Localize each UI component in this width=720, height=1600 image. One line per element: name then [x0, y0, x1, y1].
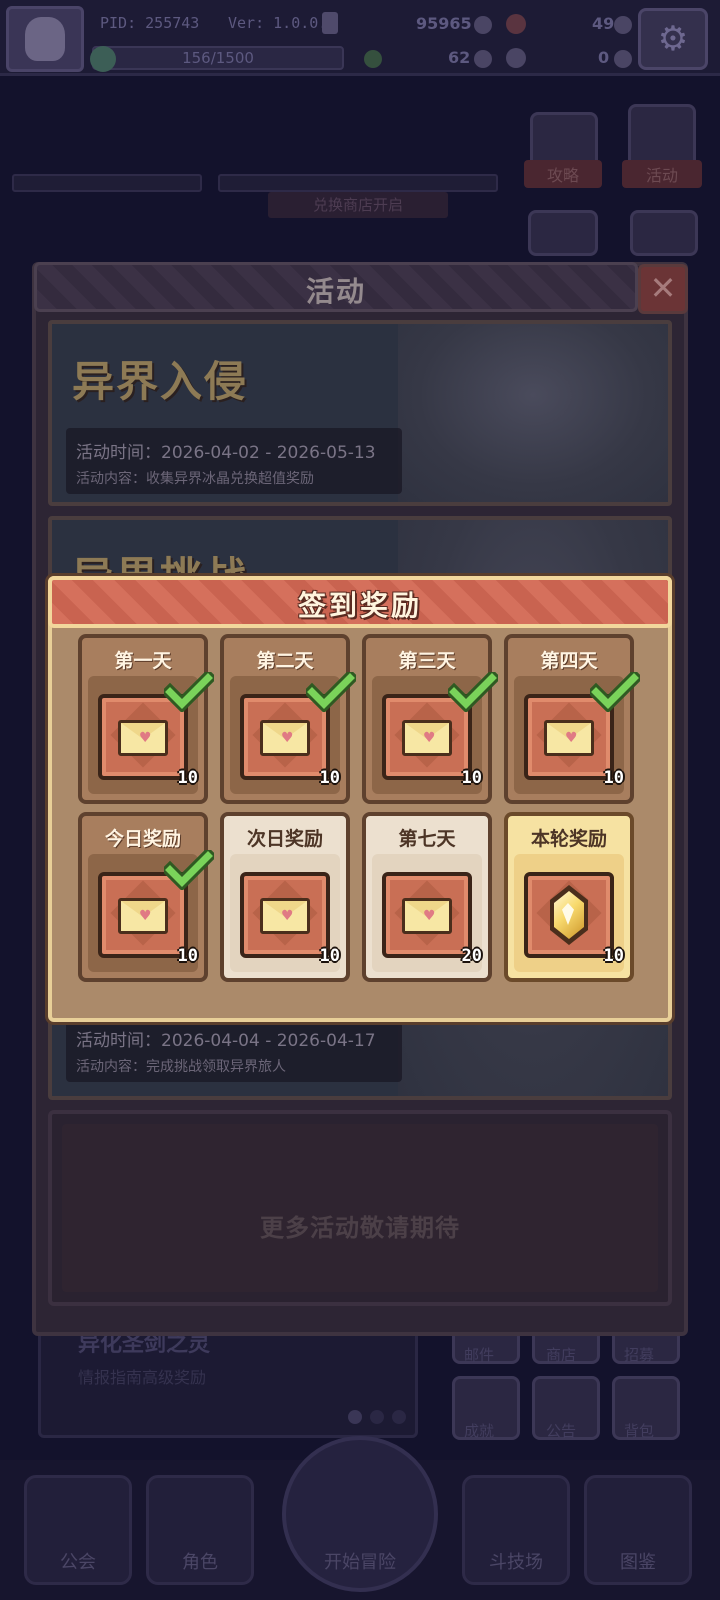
day-label: 第三天	[398, 650, 456, 672]
clover-count: 62	[448, 48, 471, 67]
day-label: 次日奖励	[246, 828, 323, 850]
start-adventure-label: 开始冒险	[324, 1552, 396, 1573]
event-banner-1-title: 异界入侵	[72, 357, 249, 406]
side-button-3[interactable]	[528, 210, 598, 256]
sign-in-card-day-2[interactable]: 第二天 ♥ 10	[220, 634, 356, 804]
heart-icon: ♥	[423, 908, 436, 924]
player-avatar[interactable]	[6, 6, 84, 72]
featured-subtitle: 情报指南高级奖励	[78, 1368, 207, 1387]
sign-in-card-day-7[interactable]: 第七天 ♥ 20	[362, 812, 492, 982]
envelope-icon: ♥	[544, 720, 594, 756]
exp-text: 156/1500	[182, 49, 254, 67]
reward-quantity: 10	[319, 946, 340, 966]
clover-icon	[364, 50, 382, 68]
day-label: 第四天	[540, 650, 598, 672]
more-events-text: 更多活动敬请期待	[260, 1214, 460, 1242]
reward-quantity: 10	[461, 768, 482, 788]
event-banner-1-time: 活动时间：2026-04-02 - 2026-05-13	[76, 443, 376, 463]
close-icon: ✕	[649, 269, 677, 307]
nav-guild-label: 公会	[60, 1552, 96, 1573]
page-dot-2	[370, 1410, 384, 1424]
envelope-icon: ♥	[118, 898, 168, 934]
gem-count: 49	[592, 14, 615, 33]
heart-icon: ♥	[565, 730, 578, 746]
ticket-icon	[506, 48, 526, 68]
bag-label: 背包	[624, 1422, 655, 1440]
heart-icon: ♥	[423, 730, 436, 746]
day-label: 第七天	[398, 828, 456, 850]
shop-notice: 兑换商店开启	[268, 192, 448, 218]
gear-icon: ⚙	[657, 19, 689, 59]
recruit-label: 招募	[624, 1346, 655, 1364]
coin-count: 95965	[416, 14, 472, 33]
event-banner-2-time: 活动时间：2026-04-04 - 2026-04-17	[76, 1031, 376, 1051]
envelope-icon: ♥	[118, 720, 168, 756]
checkmark-icon	[306, 672, 356, 712]
progress-bar-left	[12, 174, 202, 192]
top-status-bar: PID: 255743 Ver: 1.0.0.0 156/1500 95965 …	[0, 0, 720, 76]
star-small-icon	[614, 50, 632, 68]
progress-bar-right	[218, 174, 498, 192]
reward-quantity: 10	[603, 946, 624, 966]
side-button-4[interactable]	[630, 210, 698, 256]
heart-icon: ♥	[139, 730, 152, 746]
guide-label: 攻略	[524, 160, 602, 188]
checkmark-icon	[448, 672, 498, 712]
ticket-count: 0	[598, 48, 610, 67]
day-label: 第二天	[256, 650, 314, 672]
activity-side-label: 活动	[622, 160, 702, 188]
shop-label: 商店	[546, 1346, 577, 1364]
red-gem-icon	[506, 14, 526, 34]
checkmark-icon	[164, 672, 214, 712]
reward-quantity: 10	[177, 768, 198, 788]
nav-codex-label: 图鉴	[620, 1552, 656, 1573]
sign-in-card-day-1[interactable]: 第一天 ♥ 10	[78, 634, 214, 804]
heart-icon: ♥	[281, 730, 294, 746]
day-label: 今日奖励	[104, 828, 181, 850]
reward-quantity: 10	[319, 768, 340, 788]
version-label: Ver: 1.0.0.0	[228, 14, 337, 32]
event-banner-2-desc: 活动内容：完成挑战领取异界旅人	[76, 1059, 286, 1075]
player-id: PID: 255743	[100, 14, 200, 32]
nav-character-label: 角色	[182, 1552, 218, 1573]
achievement-label: 成就	[464, 1422, 495, 1440]
coin-icon	[474, 16, 492, 34]
page-dot-1	[348, 1410, 362, 1424]
envelope-icon: ♥	[260, 898, 310, 934]
reward-quantity: 10	[603, 768, 624, 788]
envelope-icon: ♥	[402, 898, 452, 934]
close-button[interactable]: ✕	[638, 264, 688, 314]
reward-quantity: 20	[461, 946, 482, 966]
coin-small-icon	[474, 50, 492, 68]
sign-in-card-round-reward[interactable]: 本轮奖励 10	[504, 812, 634, 982]
settings-button[interactable]: ⚙	[638, 8, 708, 70]
heart-icon: ♥	[281, 908, 294, 924]
event-banner-1[interactable]: 异界入侵 活动时间：2026-04-02 - 2026-05-13 活动内容：收…	[48, 320, 672, 506]
star-icon	[614, 16, 632, 34]
notice-label: 公告	[546, 1422, 577, 1440]
envelope-icon: ♥	[402, 720, 452, 756]
day-label: 第一天	[114, 650, 172, 672]
sign-in-card-tomorrow[interactable]: 次日奖励 ♥ 10	[220, 812, 350, 982]
copy-icon[interactable]	[322, 12, 338, 34]
sign-in-card-today[interactable]: 今日奖励 ♥ 10	[78, 812, 214, 982]
fairy-character-art	[398, 324, 668, 502]
reward-quantity: 10	[177, 946, 198, 966]
event-banner-1-desc: 活动内容：收集异界冰晶兑换超值奖励	[76, 471, 314, 487]
nav-arena-label: 斗技场	[489, 1552, 543, 1573]
checkmark-icon	[164, 850, 214, 890]
heart-icon: ♥	[139, 908, 152, 924]
sign-in-card-day-4[interactable]: 第四天 ♥ 10	[504, 634, 640, 804]
page-dot-3	[392, 1410, 406, 1424]
sign-in-card-day-3[interactable]: 第三天 ♥ 10	[362, 634, 498, 804]
envelope-icon: ♥	[260, 720, 310, 756]
mail-label: 邮件	[464, 1346, 495, 1364]
activity-title: 活动	[305, 275, 366, 308]
sign-in-title: 签到奖励	[297, 589, 422, 622]
checkmark-icon	[590, 672, 640, 712]
day-label: 本轮奖励	[530, 828, 607, 850]
